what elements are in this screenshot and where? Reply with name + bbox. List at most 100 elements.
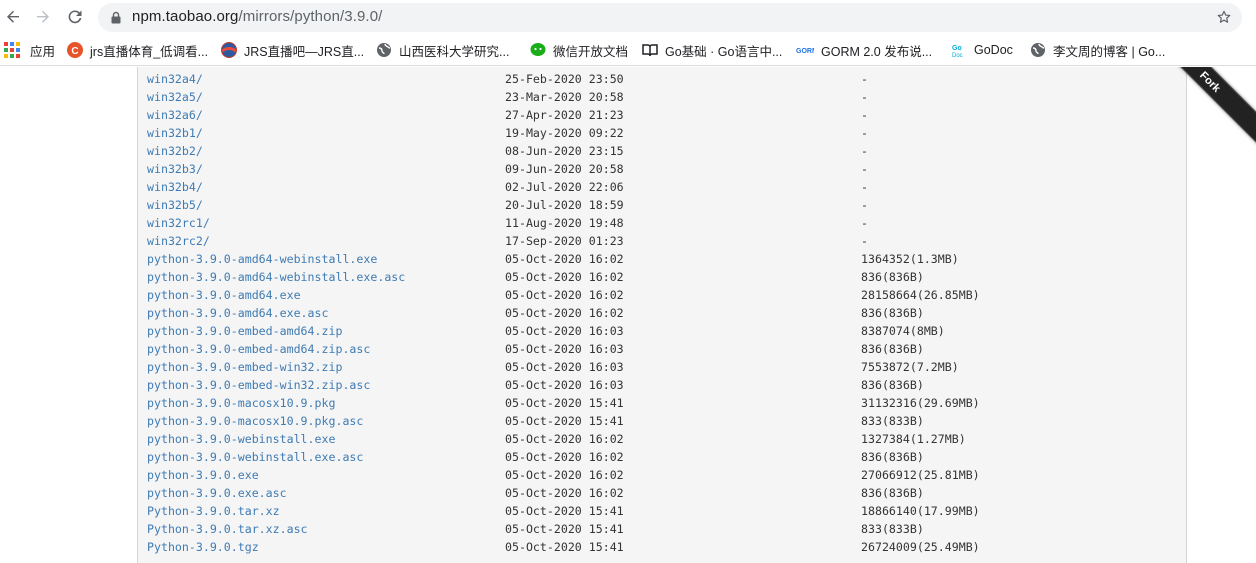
godoc-favicon: Go Doc [951, 42, 967, 59]
file-row: python-3.9.0-amd64-webinstall.exe.asc 05-… [138, 268, 1188, 286]
file-link[interactable]: Python-3.9.0.tar.xz [147, 502, 280, 520]
file-link[interactable]: python-3.9.0-macosx10.9.pkg.asc [147, 412, 363, 430]
file-size: - [861, 90, 868, 104]
directory-listing: win32a4/25-Feb-2020 23:50 - win32a5/23-Mar… [137, 67, 1187, 563]
file-link[interactable]: Python-3.9.0.tgz [147, 538, 259, 556]
file-link[interactable]: python-3.9.0-amd64.exe [147, 286, 301, 304]
file-size: 7553872(7.2MB) [861, 360, 959, 374]
file-row: python-3.9.0.exe 05-Oct-2020 16:02 2706691… [138, 466, 1188, 484]
file-size: 833(833B) [861, 522, 924, 536]
file-date: 05-Oct-2020 16:02 [505, 486, 624, 500]
bookmark-label: GoDoc [974, 43, 1013, 57]
file-link[interactable]: python-3.9.0-macosx10.9.pkg [147, 394, 335, 412]
file-row: python-3.9.0-embed-amd64.zip.asc 05-Oct-2… [138, 340, 1188, 358]
browser-toolbar: npm.taobao.org/mirrors/python/3.9.0/ [0, 0, 1256, 35]
url-text[interactable]: npm.taobao.org/mirrors/python/3.9.0/ [132, 8, 382, 25]
file-link[interactable]: python-3.9.0-webinstall.exe [147, 430, 335, 448]
file-date: 08-Jun-2020 23:15 [505, 144, 624, 158]
back-arrow-icon [7, 10, 19, 23]
file-link[interactable]: win32b2/ [147, 142, 203, 160]
file-date: 02-Jul-2020 22:06 [505, 180, 624, 194]
file-date: 05-Oct-2020 16:03 [505, 342, 624, 356]
back-button[interactable] [1, 5, 25, 29]
file-link[interactable]: python-3.9.0.exe [147, 466, 259, 484]
file-link[interactable]: python-3.9.0.exe.asc [147, 484, 287, 502]
file-link[interactable]: win32rc1/ [147, 214, 210, 232]
svg-text:C: C [71, 46, 78, 57]
file-link[interactable]: win32rc2/ [147, 232, 210, 250]
file-link[interactable]: win32a4/ [147, 70, 203, 88]
page-content: win32a4/25-Feb-2020 23:50 - win32a5/23-Mar… [0, 67, 1256, 563]
fork-ribbon-label: Fork [1197, 69, 1223, 95]
bookmark-go-basics[interactable]: Go基础 · Go语言中... [642, 41, 782, 59]
file-size: 836(836B) [861, 486, 924, 500]
file-size: 1327384(1.27MB) [861, 432, 966, 446]
file-link[interactable]: win32b3/ [147, 160, 203, 178]
lock-icon[interactable] [110, 11, 122, 24]
bookmark-jrs-sports[interactable]: C jrs直播体育_低调看... [67, 41, 208, 59]
bookmark-shanxi-medical[interactable]: 山西医科大学研究... [376, 41, 509, 59]
file-size: 836(836B) [861, 450, 924, 464]
file-link[interactable]: python-3.9.0-embed-amd64.zip [147, 322, 342, 340]
file-link[interactable]: python-3.9.0-amd64-webinstall.exe.asc [147, 268, 405, 286]
file-link[interactable]: win32b4/ [147, 178, 203, 196]
file-size: 836(836B) [861, 270, 924, 284]
file-link[interactable]: python-3.9.0-embed-win32.zip [147, 358, 342, 376]
bookmark-apps[interactable]: 应用 [4, 41, 55, 59]
file-row: Python-3.9.0.tar.xz.asc 05-Oct-2020 15:41… [138, 520, 1188, 538]
file-date: 05-Oct-2020 15:41 [505, 396, 624, 410]
file-link[interactable]: python-3.9.0-amd64.exe.asc [147, 304, 328, 322]
svg-text:GORM: GORM [796, 48, 814, 55]
file-size: - [861, 126, 868, 140]
file-size: - [861, 162, 868, 176]
address-bar[interactable]: npm.taobao.org/mirrors/python/3.9.0/ [98, 3, 1242, 32]
reload-button[interactable] [63, 5, 87, 29]
wechat-favicon [530, 42, 546, 58]
bookmark-gorm[interactable]: GORM GORM 2.0 发布说... [796, 41, 932, 59]
bookmark-label: 应用 [30, 44, 56, 59]
file-size: - [861, 108, 868, 122]
bookmark-label: 微信开放文档 [553, 44, 629, 59]
bookmark-jrs-live[interactable]: JRS直播吧—JRS直... [221, 41, 364, 59]
file-date: 23-Mar-2020 20:58 [505, 90, 624, 104]
file-size: 836(836B) [861, 306, 924, 320]
file-row: python-3.9.0-macosx10.9.pkg.asc 05-Oct-20… [138, 412, 1188, 430]
file-date: 05-Oct-2020 16:02 [505, 432, 624, 446]
forward-button[interactable] [31, 5, 55, 29]
file-date: 05-Oct-2020 16:03 [505, 360, 624, 374]
file-link[interactable]: win32a6/ [147, 106, 203, 124]
bookmark-liwenzhou-blog[interactable]: 李文周的博客 | Go... [1030, 41, 1165, 59]
bookmark-star-icon[interactable] [1216, 9, 1232, 25]
bookmarks-bar: 应用 C jrs直播体育_低调看... JRS直播吧—JRS直... 山西医科大… [0, 35, 1256, 66]
file-link[interactable]: python-3.9.0-embed-amd64.zip.asc [147, 340, 370, 358]
bookmark-wechat-docs[interactable]: 微信开放文档 [530, 41, 628, 59]
bookmark-label: GORM 2.0 发布说... [821, 44, 933, 59]
file-date: 25-Feb-2020 23:50 [505, 72, 624, 86]
file-row: win32b3/09-Jun-2020 20:58 - [138, 160, 1188, 178]
file-date: 05-Oct-2020 15:41 [505, 540, 624, 554]
file-link[interactable]: python-3.9.0-webinstall.exe.asc [147, 448, 363, 466]
file-size: 26724009(25.49MB) [861, 540, 980, 554]
file-link[interactable]: python-3.9.0-amd64-webinstall.exe [147, 250, 377, 268]
file-date: 05-Oct-2020 16:02 [505, 306, 624, 320]
file-date: 05-Oct-2020 16:02 [505, 270, 624, 284]
file-date: 05-Oct-2020 15:41 [505, 522, 624, 536]
file-link[interactable]: python-3.9.0-embed-win32.zip.asc [147, 376, 370, 394]
file-link[interactable]: win32b5/ [147, 196, 203, 214]
file-link[interactable]: win32a5/ [147, 88, 203, 106]
gorm-favicon: GORM [796, 42, 818, 58]
file-size: 18866140(17.99MB) [861, 504, 980, 518]
svg-text:Go: Go [952, 45, 962, 52]
file-size: 836(836B) [861, 342, 924, 356]
bookmark-godoc[interactable]: Go Doc GoDoc [951, 41, 1013, 59]
file-date: 05-Oct-2020 15:41 [505, 504, 624, 518]
file-row: win32b1/19-May-2020 09:22 - [138, 124, 1188, 142]
file-size: 836(836B) [861, 378, 924, 392]
file-link[interactable]: win32b1/ [147, 124, 203, 142]
file-date: 05-Oct-2020 16:02 [505, 468, 624, 482]
file-date: 17-Sep-2020 01:23 [505, 234, 624, 248]
file-row: python-3.9.0.exe.asc 05-Oct-2020 16:02 836… [138, 484, 1188, 502]
file-row: python-3.9.0-amd64.exe 05-Oct-2020 16:02 2… [138, 286, 1188, 304]
file-link[interactable]: Python-3.9.0.tar.xz.asc [147, 520, 308, 538]
file-size: - [861, 72, 868, 86]
